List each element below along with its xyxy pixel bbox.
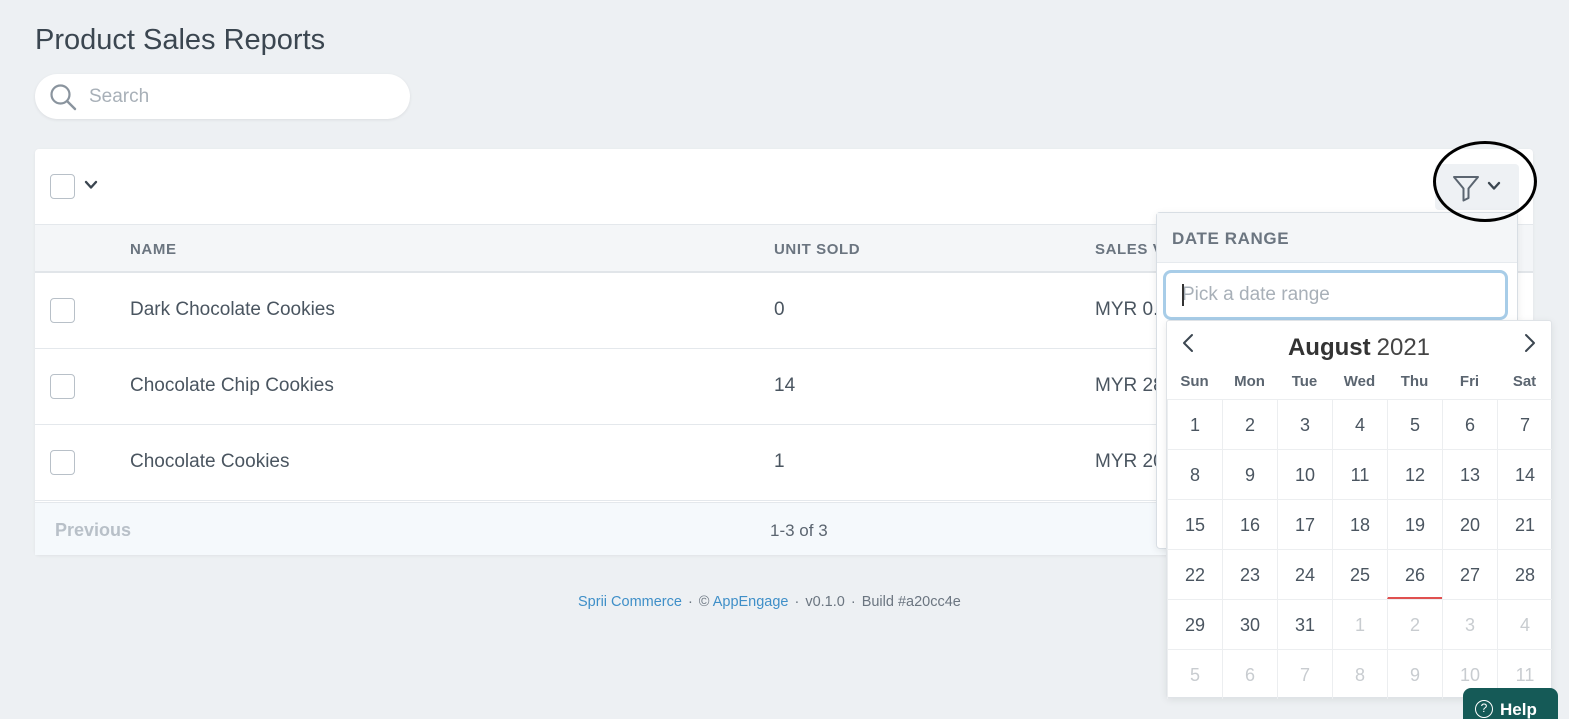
chevron-down-icon[interactable] — [84, 178, 98, 197]
filter-button[interactable] — [1435, 164, 1519, 210]
row-checkbox[interactable] — [50, 450, 75, 475]
unit-sold: 1 — [774, 451, 785, 472]
calendar-day[interactable]: 17 — [1277, 499, 1332, 549]
calendar-day-outside-month[interactable]: 9 — [1387, 649, 1442, 699]
calendar-day[interactable]: 15 — [1167, 499, 1222, 549]
calendar-day[interactable]: 20 — [1442, 499, 1497, 549]
column-header-unit-sold[interactable]: UNIT SOLD — [774, 241, 860, 258]
sales-value: MYR 0. — [1095, 299, 1159, 320]
product-name: Chocolate Cookies — [130, 451, 290, 472]
footer-version: v0.1.0 — [805, 594, 845, 610]
calendar-day[interactable]: 23 — [1222, 549, 1277, 599]
footer-separator: · — [794, 594, 800, 610]
calendar-day[interactable]: 30 — [1222, 599, 1277, 649]
weekday-label: Sat — [1512, 373, 1537, 390]
chevron-right-icon[interactable] — [1520, 333, 1538, 358]
page-title: Product Sales Reports — [35, 24, 326, 56]
weekday-label: Mon — [1234, 373, 1265, 390]
calendar-day[interactable]: 9 — [1222, 449, 1277, 499]
calendar-day-outside-month[interactable]: 1 — [1332, 599, 1387, 649]
text-cursor — [1182, 284, 1184, 306]
calendar-day-outside-month[interactable]: 7 — [1277, 649, 1332, 699]
date-picker-calendar: August 2021 Sun Mon Tue Wed Thu Fri Sat 1 2 3 4 5 6 7 8… — [1166, 320, 1552, 699]
calendar-day[interactable]: 4 — [1332, 399, 1387, 449]
calendar-day[interactable]: 11 — [1332, 449, 1387, 499]
date-range-input[interactable] — [1163, 270, 1508, 320]
date-range-header: DATE RANGE — [1157, 213, 1517, 263]
chevron-down-icon — [1487, 179, 1501, 198]
calendar-day[interactable]: 2 — [1222, 399, 1277, 449]
footer-brand-link[interactable]: Sprii Commerce — [578, 594, 682, 610]
calendar-day[interactable]: 8 — [1167, 449, 1222, 499]
filter-icon — [1451, 173, 1481, 208]
calendar-day[interactable]: 16 — [1222, 499, 1277, 549]
unit-sold: 14 — [774, 375, 796, 396]
calendar-day[interactable]: 31 — [1277, 599, 1332, 649]
calendar-day[interactable]: 1 — [1167, 399, 1222, 449]
calendar-day-outside-month[interactable]: 6 — [1222, 649, 1277, 699]
calendar-day-outside-month[interactable]: 4 — [1497, 599, 1552, 649]
sales-value: MYR 20 — [1095, 451, 1164, 472]
weekday-label: Sun — [1180, 373, 1209, 390]
column-header-sales-value[interactable]: SALES V — [1095, 241, 1163, 258]
calendar-day[interactable]: 27 — [1442, 549, 1497, 599]
calendar-day[interactable]: 10 — [1277, 449, 1332, 499]
calendar-day[interactable]: 14 — [1497, 449, 1552, 499]
search-icon — [49, 83, 77, 116]
weekday-label: Tue — [1291, 373, 1318, 390]
calendar-day[interactable]: 25 — [1332, 549, 1387, 599]
sales-value: MYR 28 — [1095, 375, 1164, 396]
calendar-day-outside-month[interactable]: 8 — [1332, 649, 1387, 699]
calendar-day[interactable]: 3 — [1277, 399, 1332, 449]
calendar-day-outside-month[interactable]: 5 — [1167, 649, 1222, 699]
calendar-day[interactable]: 13 — [1442, 449, 1497, 499]
search-bar[interactable] — [35, 74, 410, 119]
calendar-year[interactable]: 2021 — [1377, 334, 1430, 361]
weekday-label: Thu — [1400, 373, 1429, 390]
product-name: Chocolate Chip Cookies — [130, 375, 334, 396]
calendar-day[interactable]: 29 — [1167, 599, 1222, 649]
calendar-day[interactable]: 22 — [1167, 549, 1222, 599]
calendar-day-outside-month[interactable]: 2 — [1387, 599, 1442, 649]
select-all-checkbox[interactable] — [50, 174, 75, 199]
row-checkbox[interactable] — [50, 374, 75, 399]
weekday-label: Wed — [1343, 373, 1376, 390]
question-circle-icon: ? — [1475, 700, 1493, 718]
search-input[interactable] — [89, 84, 359, 110]
calendar-month-year: August 2021 — [1167, 334, 1551, 362]
calendar-day-outside-month[interactable]: 3 — [1442, 599, 1497, 649]
help-button[interactable]: ? Help — [1463, 688, 1558, 719]
help-label: Help — [1500, 700, 1537, 719]
calendar-day[interactable]: 7 — [1497, 399, 1552, 449]
calendar-day[interactable]: 19 — [1387, 499, 1442, 549]
calendar-day[interactable]: 21 — [1497, 499, 1552, 549]
footer-company-link[interactable]: AppEngage — [713, 594, 789, 610]
footer: Sprii Commerce · © AppEngage · v0.1.0 · Build … — [578, 594, 961, 610]
footer-separator: · — [850, 594, 856, 610]
unit-sold: 0 — [774, 299, 785, 320]
previous-page-button[interactable]: Previous — [55, 520, 131, 541]
row-checkbox[interactable] — [50, 298, 75, 323]
date-range-title: DATE RANGE — [1172, 229, 1290, 248]
calendar-day[interactable]: 26 — [1387, 549, 1442, 599]
calendar-day[interactable]: 18 — [1332, 499, 1387, 549]
footer-separator: · — [687, 594, 693, 610]
footer-copyright: © — [698, 594, 710, 610]
product-name: Dark Chocolate Cookies — [130, 299, 335, 320]
calendar-day[interactable]: 28 — [1497, 549, 1552, 599]
calendar-day[interactable]: 6 — [1442, 399, 1497, 449]
weekday-label: Fri — [1459, 373, 1480, 390]
calendar-day[interactable]: 5 — [1387, 399, 1442, 449]
footer-build: Build #a20cc4e — [861, 594, 961, 610]
calendar-month[interactable]: August — [1288, 334, 1371, 361]
calendar-day[interactable]: 24 — [1277, 549, 1332, 599]
calendar-day[interactable]: 12 — [1387, 449, 1442, 499]
column-header-name[interactable]: NAME — [130, 241, 177, 258]
pagination-count: 1-3 of 3 — [770, 521, 828, 540]
